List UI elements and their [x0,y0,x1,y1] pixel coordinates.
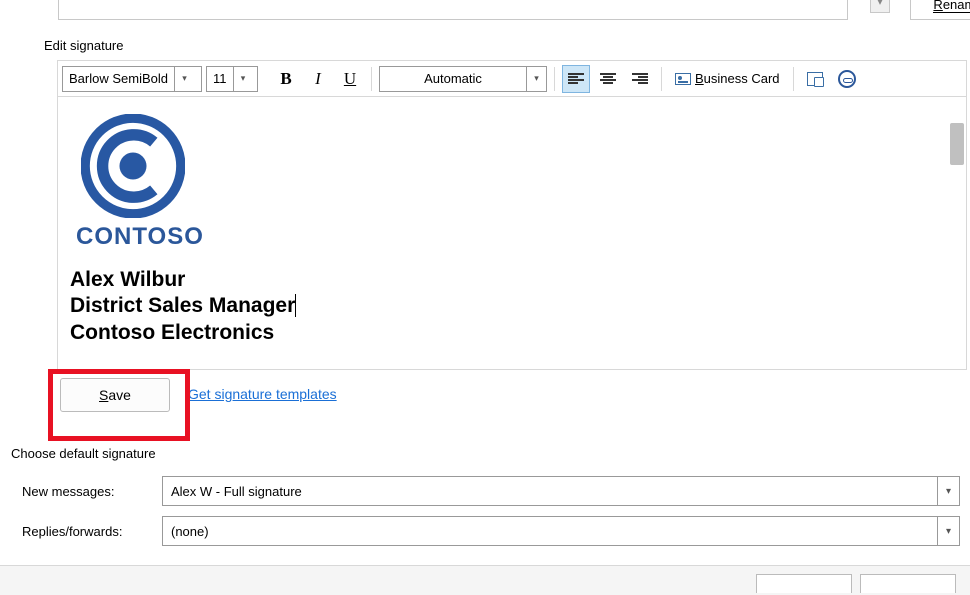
font-color-value: Automatic [380,71,526,86]
chevron-down-icon: ▾ [937,477,959,505]
chevron-down-icon: ▾ [174,67,194,91]
signature-name: Alex Wilbur [70,267,946,293]
align-center-icon [600,73,616,85]
insert-link-button[interactable] [833,65,861,93]
dialog-button-bar [0,565,970,595]
replies-forwards-select[interactable]: (none) ▾ [162,516,960,546]
signature-editor[interactable]: CONTOSO Alex Wilbur District Sales Manag… [57,96,967,370]
font-size-select[interactable]: 11 ▾ [206,66,258,92]
signature-company: Contoso Electronics [70,320,946,346]
separator [661,67,662,91]
picture-icon [807,72,823,86]
italic-button[interactable]: I [304,65,332,93]
separator [554,67,555,91]
logo-text: CONTOSO [76,223,946,251]
new-messages-value: Alex W - Full signature [163,484,937,499]
get-templates-link[interactable]: Get signature templates [188,386,337,402]
chevron-down-icon: ▾ [233,67,253,91]
font-name-value: Barlow SemiBold [63,71,174,86]
business-card-button[interactable]: Business Card [669,65,786,93]
signature-title: District Sales Manager [70,293,946,319]
replies-forwards-label: Replies/forwards: [22,524,162,539]
chevron-down-icon: ▾ [937,517,959,545]
business-card-icon [675,73,691,85]
contoso-logo-icon [78,111,188,221]
format-toolbar: Barlow SemiBold ▾ 11 ▾ B I U Automatic ▾… [57,60,967,96]
align-right-icon [632,73,648,85]
dialog-button-2[interactable] [860,574,956,593]
dialog-button-1[interactable] [756,574,852,593]
new-messages-label: New messages: [22,484,162,499]
insert-picture-button[interactable] [801,65,829,93]
rename-button[interactable]: Rename [910,0,970,20]
separator [371,67,372,91]
new-messages-select[interactable]: Alex W - Full signature ▾ [162,476,960,506]
align-right-button[interactable] [626,65,654,93]
replies-forwards-value: (none) [163,524,937,539]
bold-button[interactable]: B [272,65,300,93]
font-color-select[interactable]: Automatic ▾ [379,66,547,92]
save-button[interactable]: Save [60,378,170,412]
underline-button[interactable]: U [336,65,364,93]
separator [793,67,794,91]
font-size-value: 11 [207,71,233,86]
chevron-down-icon: ▾ [526,67,546,91]
align-center-button[interactable] [594,65,622,93]
link-icon [838,70,856,88]
align-left-icon [568,73,584,85]
edit-signature-label: Edit signature [44,38,124,53]
signature-name-input[interactable] [58,0,848,20]
choose-default-label: Choose default signature [11,446,156,461]
dropdown-button[interactable]: ▾ [870,0,890,13]
align-left-button[interactable] [562,65,590,93]
scrollbar-thumb[interactable] [950,123,964,165]
font-name-select[interactable]: Barlow SemiBold ▾ [62,66,202,92]
